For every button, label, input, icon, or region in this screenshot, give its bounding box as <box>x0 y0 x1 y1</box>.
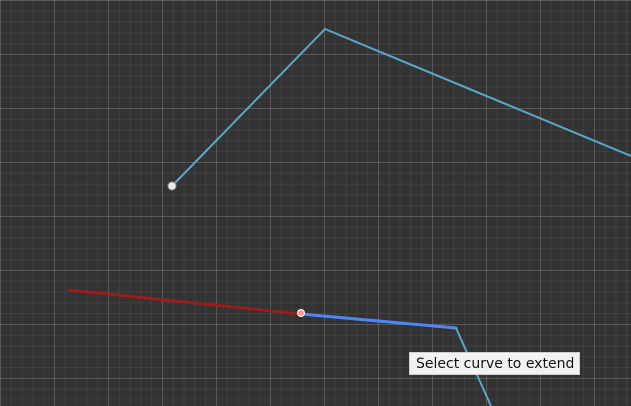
scene-curves[interactable] <box>0 0 631 406</box>
upper-polyline-curve[interactable] <box>171 27 631 187</box>
curve-endpoint-marker[interactable] <box>167 181 177 191</box>
extension-snap-point[interactable] <box>297 309 305 317</box>
highlighted-curve-segment[interactable] <box>299 312 458 330</box>
command-prompt-tooltip: Select curve to extend <box>409 352 581 375</box>
extension-preview-line <box>67 288 303 316</box>
modeling-viewport[interactable]: Select curve to extend <box>0 0 631 406</box>
